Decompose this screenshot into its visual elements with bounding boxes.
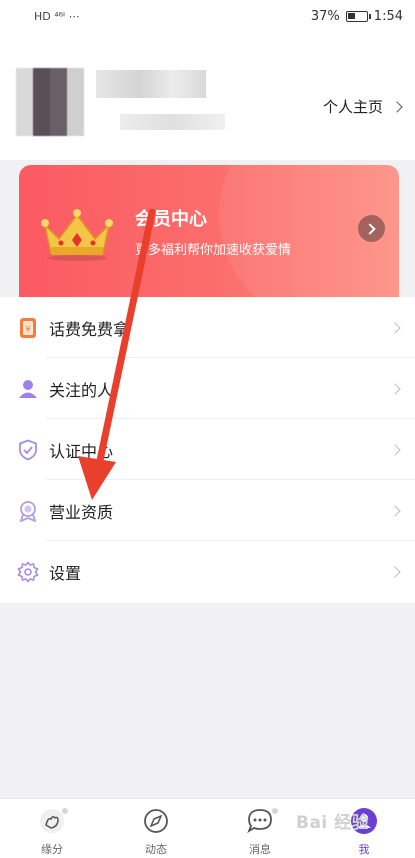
status-bar: HD ⁴⁶ᴵ ⋯ 37% 1:54 [0,0,415,32]
battery-icon [345,10,371,22]
notification-dot [272,808,278,814]
tab-label: 我 [358,843,370,856]
clock: 1:54 [373,8,403,24]
vip-card-title: 会员中心 [135,209,207,230]
tab-label: 动态 [145,843,167,856]
chevron-right-icon [389,565,401,578]
homepage-link[interactable]: 个人主页 [322,96,403,117]
battery-percent: 37% [310,8,340,24]
status-right: 37% 1:54 [311,9,403,24]
chevron-right-icon [391,100,403,113]
compass-icon [144,809,168,833]
watermark: Bai 经验 [296,813,370,833]
menu-item-label: 营业资质 [49,502,114,522]
gear-icon [17,560,39,583]
badge-icon [19,500,37,522]
menu-item-label: 认证中心 [49,441,114,461]
tab-label: 消息 [249,843,271,856]
profile-header: 个人主页 [0,32,415,160]
menu-item-following[interactable]: 关注的人 [0,358,415,419]
menu-item-label: 关注的人 [49,380,114,400]
chevron-right-icon [389,443,401,456]
avatar[interactable] [16,68,84,136]
tab-label: 缘分 [41,843,63,856]
vip-arrow-button[interactable] [358,215,385,242]
menu-item-label: 话费免费拿 [49,319,130,339]
menu-item-settings[interactable]: 设置 [0,541,415,602]
chevron-right-icon [389,382,401,395]
vip-center-card[interactable]: 会员中心 更多福利帮你加速收获爱情 [19,165,399,297]
coupon-icon: ¥ [20,317,36,338]
shield-check-icon [19,439,37,460]
crown-icon [41,209,113,261]
svg-text:¥: ¥ [25,325,31,335]
notification-dot [62,808,68,814]
tab-moments[interactable]: 动态 [126,805,186,856]
user-info-blurred [120,114,225,130]
chevron-right-icon [389,504,401,517]
status-icons: HD ⁴⁶ᴵ ⋯ [34,10,80,23]
menu-item-business-license[interactable]: 营业资质 [0,480,415,541]
menu-list: ¥ 话费免费拿 关注的人 认证中心 营业资质 设置 [0,297,415,603]
vip-card-subtitle: 更多福利帮你加速收获爱情 [135,243,292,258]
tab-messages[interactable]: 消息 [230,805,290,856]
chevron-right-icon [364,222,376,235]
tab-fate[interactable]: 缘分 [22,805,82,856]
status-left-icons: HD ⁴⁶ᴵ ⋯ [34,9,80,23]
menu-item-free-phone-credit[interactable]: ¥ 话费免费拿 [0,297,415,358]
chevron-right-icon [389,321,401,334]
menu-item-verification-center[interactable]: 认证中心 [0,419,415,480]
chat-icon [247,809,272,834]
homepage-link-label: 个人主页 [322,98,383,116]
username-blurred [96,70,206,98]
menu-item-label: 设置 [49,563,82,583]
person-icon [19,379,37,398]
